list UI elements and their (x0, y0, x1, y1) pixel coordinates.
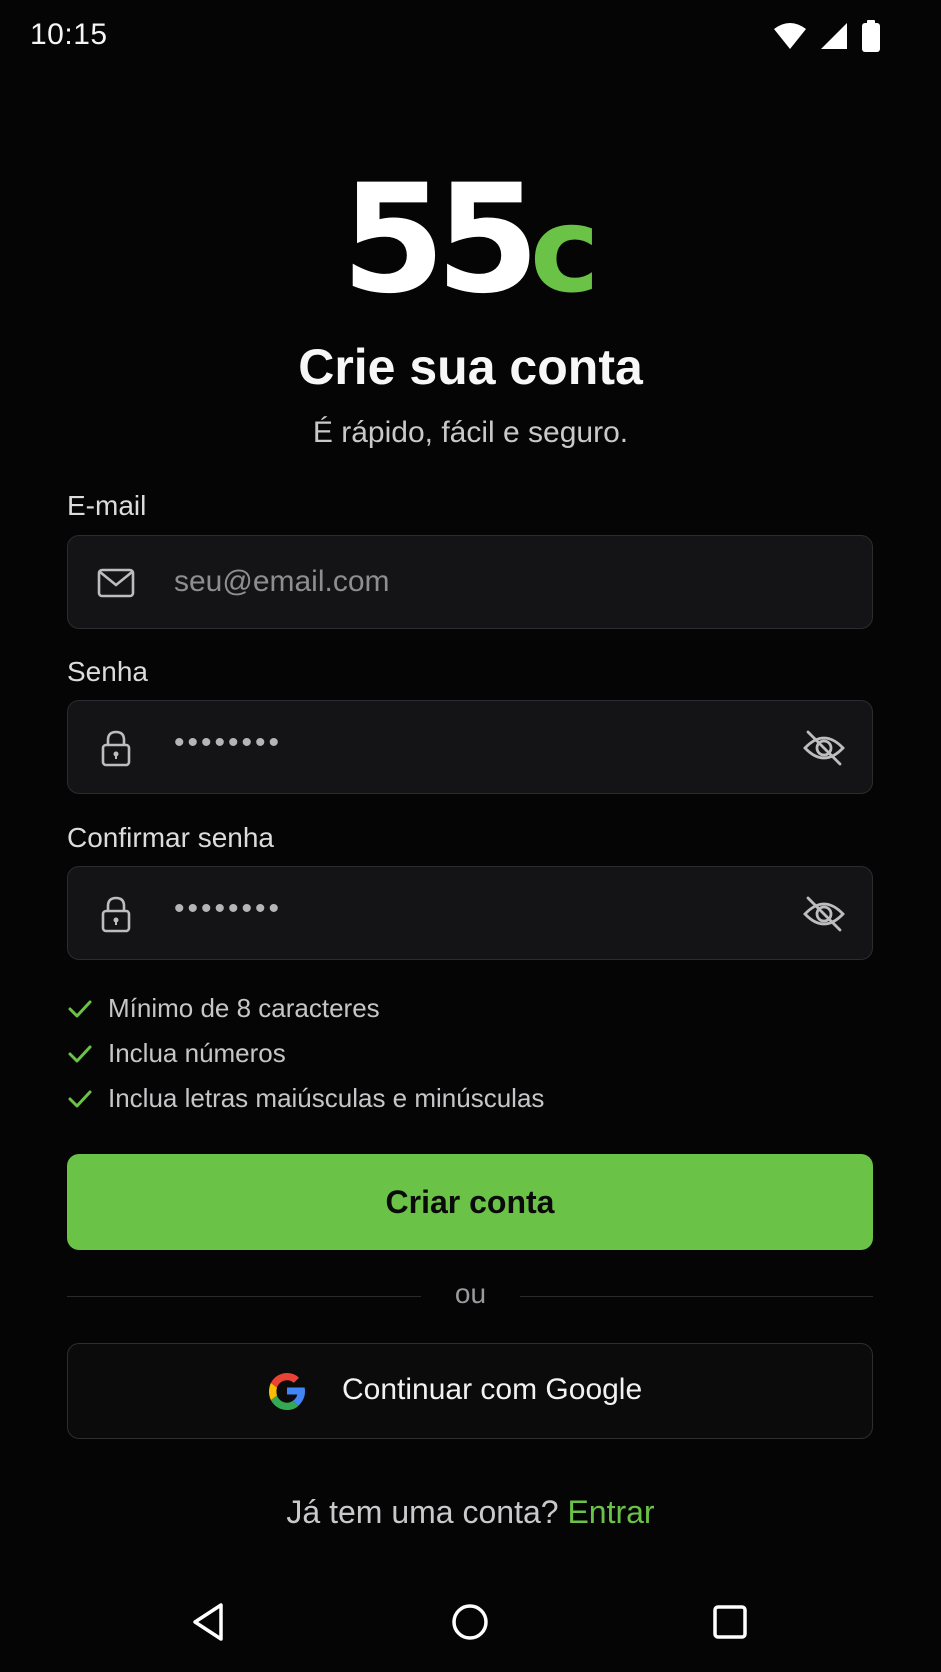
signin-prompt: Já tem uma conta? (286, 1494, 559, 1530)
email-field[interactable] (67, 535, 873, 629)
status-bar: 10:15 (0, 0, 941, 72)
home-icon[interactable] (448, 1600, 492, 1644)
system-nav-bar (0, 1580, 941, 1672)
recents-icon[interactable] (708, 1600, 752, 1644)
cell-signal-icon (821, 23, 847, 49)
lock-icon (101, 896, 131, 933)
logo-main: 55 (341, 153, 540, 327)
password-label: Senha (67, 656, 148, 687)
lock-icon (101, 730, 131, 767)
status-time: 10:15 (30, 18, 108, 51)
email-label: E-mail (67, 490, 147, 521)
confirm-password-label: Confirmar senha (67, 822, 274, 853)
password-input[interactable]: •••••••• (174, 726, 282, 760)
check-icon (68, 1045, 92, 1062)
email-input[interactable] (174, 536, 734, 628)
password-field[interactable]: •••••••• (67, 700, 873, 794)
mail-icon (97, 568, 135, 598)
password-rules: Mínimo de 8 caracteres Inclua números In… (67, 986, 544, 1121)
divider-line-right (520, 1296, 873, 1297)
app-logo: 55c (0, 165, 941, 325)
back-icon[interactable] (188, 1600, 232, 1644)
eye-off-icon[interactable] (802, 892, 846, 936)
rule-text: Mínimo de 8 caracteres (108, 993, 380, 1023)
google-button-label: Continuar com Google (342, 1373, 643, 1406)
check-icon (68, 1000, 92, 1017)
google-icon (269, 1373, 305, 1410)
battery-icon (862, 20, 880, 52)
wifi-icon (774, 23, 806, 49)
check-icon (68, 1090, 92, 1107)
rule-item: Mínimo de 8 caracteres (67, 986, 544, 1031)
signin-link[interactable]: Entrar (567, 1494, 654, 1530)
signin-row: Já tem uma conta? Entrar (0, 1494, 941, 1531)
page-subtitle: É rápido, fácil e seguro. (312, 416, 629, 449)
rule-text: Inclua números (108, 1038, 286, 1068)
confirm-password-input[interactable]: •••••••• (174, 892, 282, 926)
rule-text: Inclua letras maiúsculas e minúsculas (108, 1083, 545, 1113)
page-title: Crie sua conta (298, 339, 643, 395)
rule-item: Inclua letras maiúsculas e minúsculas (67, 1076, 544, 1121)
confirm-password-field[interactable]: •••••••• (67, 866, 873, 960)
eye-off-icon[interactable] (802, 726, 846, 770)
rule-item: Inclua números (67, 1031, 544, 1076)
logo-accent: c (529, 181, 600, 319)
create-account-button[interactable]: Criar conta (67, 1154, 873, 1250)
google-signin-button[interactable]: Continuar com Google (67, 1343, 873, 1439)
status-icons (773, 20, 881, 52)
divider-text: ou (454, 1278, 487, 1309)
